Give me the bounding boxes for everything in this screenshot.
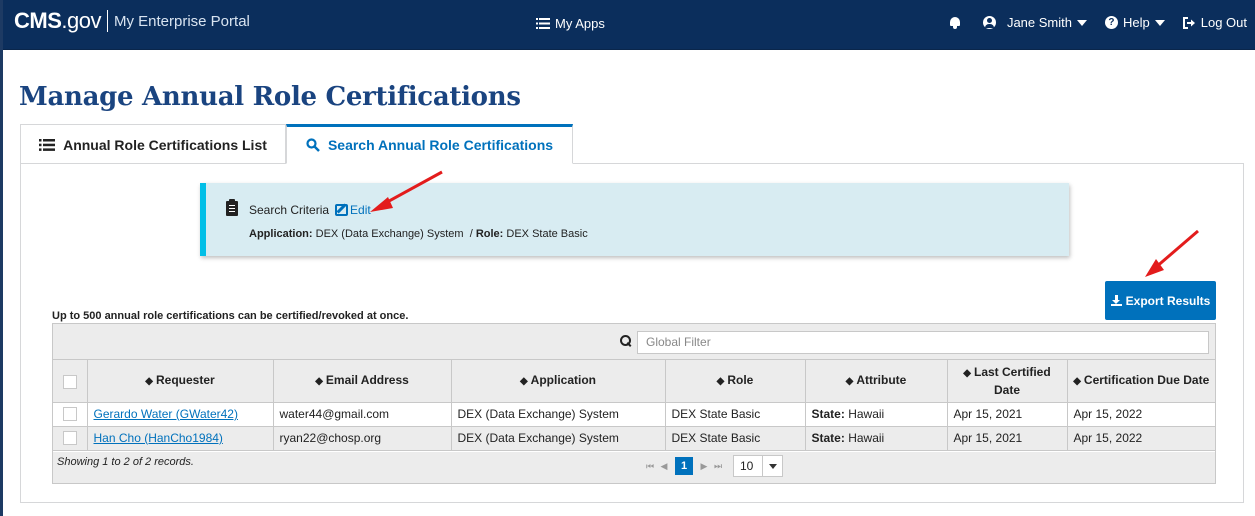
edit-icon	[335, 204, 349, 216]
attribute-cell: State: Hawaii	[805, 426, 948, 451]
bulk-limit-note: Up to 500 annual role certifications can…	[52, 310, 409, 322]
certifications-table: ◆ Requester ◆ Email Address ◆ Application ◆…	[53, 360, 1215, 451]
due-date-cell: Apr 15, 2022	[1067, 426, 1215, 451]
tab-certifications-list[interactable]: Annual Role Certifications List	[20, 124, 286, 164]
tab-label: Search Annual Role Certifications	[327, 137, 554, 153]
edit-criteria-link[interactable]: Edit	[335, 203, 371, 217]
page-title: Manage Annual Role Certifications	[19, 82, 521, 112]
tab-label: Annual Role Certifications List	[63, 136, 267, 153]
my-apps-link[interactable]: My Apps	[536, 16, 605, 31]
my-apps-label: My Apps	[555, 16, 605, 31]
row-checkbox[interactable]	[62, 431, 77, 446]
column-header-due-date[interactable]: ◆ Certification Due Date	[1067, 360, 1215, 403]
logout-link[interactable]: Log Out	[1182, 15, 1247, 30]
global-filter-input[interactable]: Global Filter	[637, 331, 1209, 354]
tab-search-certifications[interactable]: Search Annual Role Certifications	[286, 124, 573, 164]
attribute-cell: State: Hawaii	[805, 402, 948, 427]
cms-logo: CMS.gov	[14, 8, 101, 33]
last-certified-cell: Apr 15, 2021	[947, 426, 1068, 451]
criteria-heading: Search Criteria	[249, 203, 330, 217]
table-row: Gerardo Water (GWater42) water44@gmail.c…	[53, 402, 1215, 427]
user-menu[interactable]: Jane Smith	[982, 15, 1087, 30]
table-row: Han Cho (HanCho1984) ryan22@chosp.org DE…	[53, 426, 1215, 451]
last-page-icon[interactable]: ⏭	[711, 457, 725, 475]
logout-label: Log Out	[1200, 15, 1247, 30]
help-menu[interactable]: ? Help	[1104, 15, 1165, 30]
help-label: Help	[1122, 15, 1150, 30]
filter-bar: Global Filter	[53, 324, 1215, 360]
clipboard-icon	[226, 199, 238, 216]
list-icon	[39, 138, 56, 151]
column-header-application[interactable]: ◆ Application	[451, 360, 666, 403]
grid-footer: Showing 1 to 2 of 2 records. ⏮ ◀ 1 ▶ ⏭ 1…	[53, 452, 1215, 483]
column-header-last-certified[interactable]: ◆ Last Certified Date	[947, 360, 1068, 403]
first-page-icon[interactable]: ⏮	[643, 457, 657, 475]
application-cell: DEX (Data Exchange) System	[451, 402, 666, 427]
last-certified-cell: Apr 15, 2021	[947, 402, 1068, 427]
brand-divider	[106, 10, 108, 32]
role-cell: DEX State Basic	[665, 402, 806, 427]
chevron-down-icon	[762, 456, 782, 476]
notifications-button[interactable]	[949, 16, 961, 29]
criteria-summary: Application: DEX (Data Exchange) System …	[249, 228, 588, 240]
column-header-role[interactable]: ◆ Role	[665, 360, 806, 403]
application-cell: DEX (Data Exchange) System	[451, 426, 666, 451]
portal-name: My Enterprise Portal	[113, 12, 250, 30]
certifications-grid: Global Filter ◆ Requester ◆ Email Address …	[52, 323, 1216, 484]
requester-link[interactable]: Han Cho (HanCho1984)	[87, 426, 274, 451]
export-label: Export Results	[1125, 293, 1211, 308]
select-all-checkbox[interactable]	[62, 374, 77, 389]
search-criteria-box: Search Criteria Edit Application: DEX (D…	[200, 183, 1069, 256]
page-size-select[interactable]: 10	[733, 455, 783, 477]
column-header-requester[interactable]: ◆ Requester	[87, 360, 274, 403]
prev-page-icon[interactable]: ◀	[657, 457, 671, 475]
paginator: ⏮ ◀ 1 ▶ ⏭ 10	[643, 455, 783, 477]
requester-link[interactable]: Gerardo Water (GWater42)	[87, 402, 274, 427]
caret-down-icon	[1154, 19, 1165, 26]
due-date-cell: Apr 15, 2022	[1067, 402, 1215, 427]
edit-label: Edit	[350, 203, 371, 217]
column-header-attribute[interactable]: ◆ Attribute	[805, 360, 948, 403]
export-results-button[interactable]: Export Results	[1105, 281, 1216, 320]
tab-bar: Annual Role Certifications List Search A…	[20, 124, 573, 164]
page-number-button[interactable]: 1	[675, 457, 693, 475]
search-icon	[620, 335, 631, 346]
role-cell: DEX State Basic	[665, 426, 806, 451]
user-icon	[982, 16, 996, 29]
search-icon	[306, 138, 320, 152]
row-checkbox[interactable]	[62, 407, 77, 422]
bell-icon	[949, 16, 961, 29]
column-header-email[interactable]: ◆ Email Address	[273, 360, 452, 403]
email-cell: ryan22@chosp.org	[273, 426, 452, 451]
question-circle-icon: ?	[1104, 16, 1118, 29]
window-edge	[0, 0, 3, 516]
download-icon	[1110, 295, 1122, 306]
list-icon	[536, 18, 550, 29]
brand[interactable]: CMS.gov My Enterprise Portal	[14, 8, 250, 34]
next-page-icon[interactable]: ▶	[697, 457, 711, 475]
top-nav: CMS.gov My Enterprise Portal My Apps Jan…	[0, 0, 1255, 50]
caret-down-icon	[1076, 19, 1087, 26]
user-name: Jane Smith	[1006, 15, 1072, 30]
select-all-cell	[53, 360, 88, 403]
records-summary: Showing 1 to 2 of 2 records.	[57, 456, 194, 468]
email-cell: water44@gmail.com	[273, 402, 452, 427]
sign-out-icon	[1182, 16, 1195, 29]
